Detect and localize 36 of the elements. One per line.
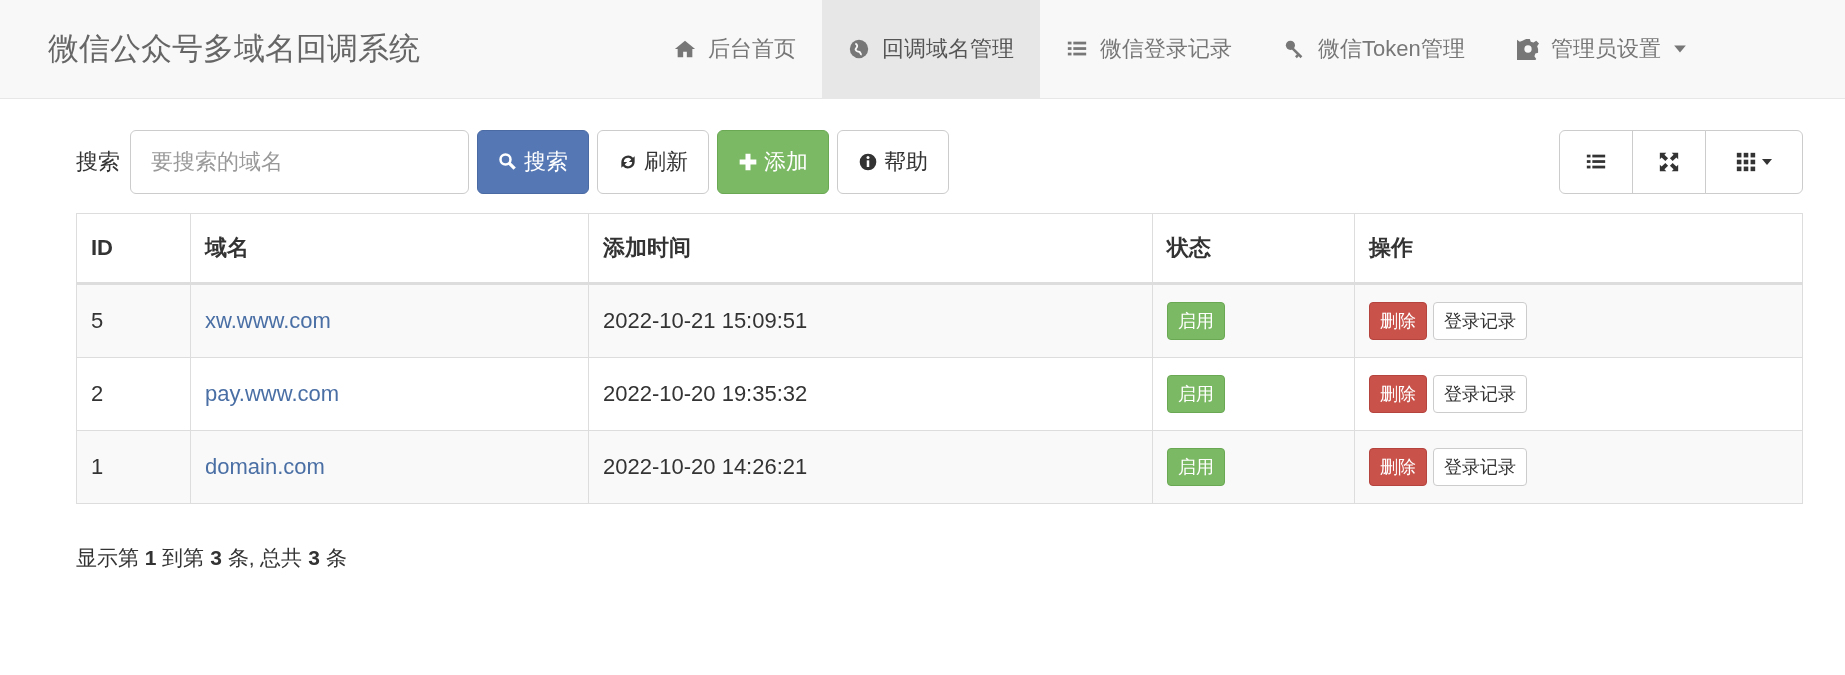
pagination-info: 显示第 1 到第 3 条, 总共 3 条 [76, 545, 348, 571]
grid-icon [1735, 151, 1757, 173]
table-cell: 1 [76, 430, 191, 504]
delete-button[interactable]: 删除 [1369, 302, 1427, 340]
fullscreen-button[interactable] [1632, 130, 1706, 194]
plus-icon [738, 152, 758, 172]
login-records-button[interactable]: 登录记录 [1433, 302, 1527, 340]
search-button[interactable]: 搜索 [477, 130, 589, 194]
table-cell: 2022-10-21 15:09:51 [588, 283, 1153, 358]
info-icon [858, 152, 878, 172]
columns-button[interactable] [1705, 130, 1803, 194]
site-title[interactable]: 微信公众号多域名回调系统 [0, 0, 648, 98]
domain-link[interactable]: domain.com [205, 454, 325, 479]
fullscreen-icon [1658, 151, 1680, 173]
domain-link[interactable]: pay.www.com [205, 381, 340, 406]
delete-button[interactable]: 删除 [1369, 448, 1427, 486]
login-records-button[interactable]: 登录记录 [1433, 448, 1527, 486]
table-cell: 2022-10-20 19:35:32 [588, 357, 1153, 431]
toolbar-button[interactable]: 帮助 [837, 130, 949, 194]
search-field[interactable]: 要搜索的域名 [130, 130, 469, 194]
delete-button[interactable]: 删除 [1369, 375, 1427, 413]
login-records-button[interactable]: 登录记录 [1433, 375, 1527, 413]
nav-link[interactable]: 微信Token管理 [1258, 0, 1491, 98]
search-icon [498, 152, 518, 172]
table-cell: 5 [76, 283, 191, 358]
toolbar-button[interactable]: 刷新 [597, 130, 709, 194]
nav-link[interactable]: 后台首页 [648, 0, 822, 98]
search-label: 搜索 [76, 148, 120, 176]
domain-link[interactable]: xw.www.com [205, 308, 331, 333]
nav-link[interactable]: 回调域名管理 [822, 0, 1040, 98]
nav-link[interactable]: 管理员设置 [1490, 0, 1713, 98]
table-cell: 2022-10-20 14:26:21 [588, 430, 1153, 504]
table-cell: 2 [76, 357, 191, 431]
toggle-view-button[interactable] [1559, 130, 1633, 194]
nav-link[interactable]: 微信登录记录 [1040, 0, 1258, 98]
home-icon [674, 38, 696, 60]
